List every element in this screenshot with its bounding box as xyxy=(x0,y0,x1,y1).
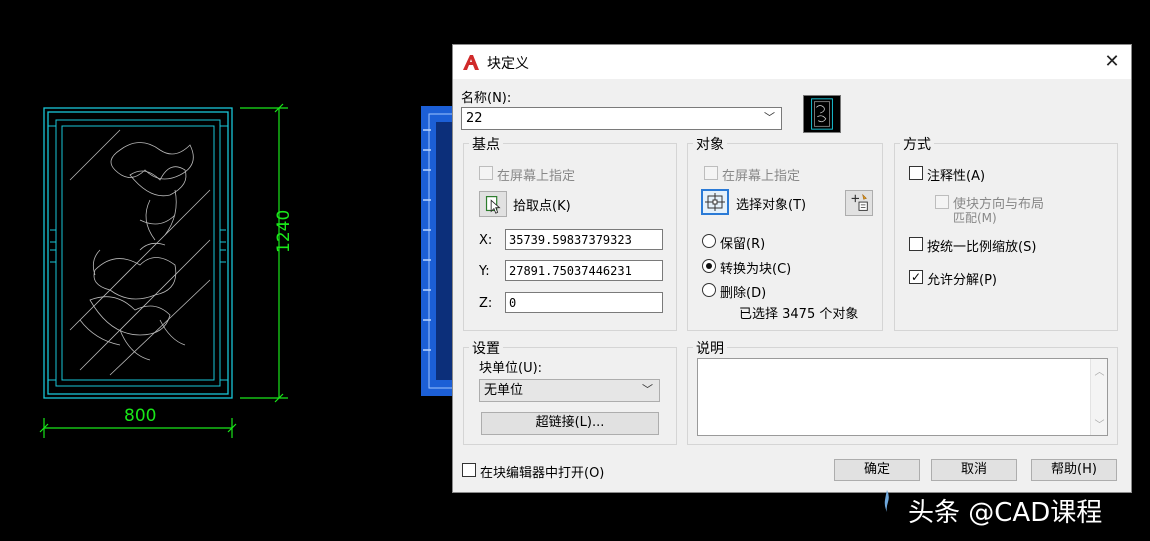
objects-specify-on-screen-checkbox[interactable] xyxy=(704,166,718,180)
scale-uniformly-checkbox[interactable] xyxy=(909,237,923,251)
block-name-combobox[interactable]: 22 ﹀ xyxy=(461,107,782,130)
floral-carving xyxy=(69,129,211,376)
annotative-checkbox[interactable] xyxy=(909,166,923,180)
ok-button[interactable]: 确定 xyxy=(834,459,920,481)
open-in-block-editor-label: 在块编辑器中打开(O) xyxy=(480,466,605,481)
quick-select-icon xyxy=(851,193,868,211)
block-preview-thumbnail xyxy=(803,95,841,133)
select-objects-icon xyxy=(705,193,725,211)
match-orientation-label-line2: 匹配(M) xyxy=(953,211,997,225)
retain-label: 保留(R) xyxy=(720,237,766,252)
annotative-label: 注释性(A) xyxy=(927,169,986,184)
block-unit-value: 无单位 xyxy=(484,383,524,398)
block-unit-label: 块单位(U): xyxy=(479,361,543,376)
x-label: X: xyxy=(479,233,493,248)
base-point-y-input[interactable]: 27891.75037446231 xyxy=(505,260,663,281)
select-objects-button[interactable] xyxy=(701,189,729,215)
close-icon: ✕ xyxy=(1104,51,1120,72)
settings-group-title: 设置 xyxy=(469,338,503,358)
delete-radio[interactable] xyxy=(702,283,716,297)
y-label: Y: xyxy=(479,264,490,279)
allow-exploding-checkbox[interactable]: ✓ xyxy=(909,270,923,284)
block-definition-dialog: 块定义 ✕ 名称(N): 22 ﹀ 基点 在屏幕上指定 拾取点(K) X: 35… xyxy=(452,44,1132,493)
allow-exploding-label: 允许分解(P) xyxy=(927,273,997,288)
convert-to-block-radio[interactable] xyxy=(702,259,716,273)
base-point-z-input[interactable]: 0 xyxy=(505,292,663,313)
retain-radio[interactable] xyxy=(702,234,716,248)
open-in-block-editor-checkbox[interactable] xyxy=(462,463,476,477)
scroll-up-icon[interactable]: ︿ xyxy=(1091,363,1108,378)
cancel-button[interactable]: 取消 xyxy=(931,459,1017,481)
pick-point-button[interactable] xyxy=(479,191,507,217)
delete-label: 删除(D) xyxy=(720,286,767,301)
chevron-down-icon: ﹀ xyxy=(764,111,775,124)
description-textarea[interactable]: ︿ ﹀ xyxy=(697,358,1108,436)
objects-specify-on-screen-label: 在屏幕上指定 xyxy=(722,169,801,184)
scroll-down-icon[interactable]: ﹀ xyxy=(1091,416,1108,431)
selected-objects-count: 已选择 3475 个对象 xyxy=(739,307,859,322)
checkmark-icon: ✓ xyxy=(910,270,922,284)
dialog-title: 块定义 xyxy=(487,56,529,72)
name-label: 名称(N): xyxy=(461,91,512,106)
convert-to-block-label: 转换为块(C) xyxy=(720,262,792,277)
z-label: Z: xyxy=(479,296,493,311)
match-orientation-checkbox[interactable] xyxy=(935,195,949,209)
description-group-title: 说明 xyxy=(693,338,727,358)
width-dimension-label: 800 xyxy=(124,406,156,426)
description-scrollbar[interactable]: ︿ ﹀ xyxy=(1090,359,1107,435)
close-button[interactable]: ✕ xyxy=(1099,49,1125,75)
base-point-specify-on-screen-checkbox[interactable] xyxy=(479,166,493,180)
base-point-specify-on-screen-label: 在屏幕上指定 xyxy=(497,169,576,184)
chevron-down-icon: ﹀ xyxy=(642,383,653,396)
height-dimension-label: 1240 xyxy=(274,210,294,253)
toutiao-logo-icon xyxy=(884,490,889,512)
autocad-logo-icon xyxy=(463,55,479,70)
base-point-group-title: 基点 xyxy=(469,134,503,154)
help-button[interactable]: 帮助(H) xyxy=(1031,459,1117,481)
base-point-x-input[interactable]: 35739.59837379323 xyxy=(505,229,663,250)
block-name-value: 22 xyxy=(466,111,483,126)
pick-point-label: 拾取点(K) xyxy=(513,199,571,214)
quick-select-button[interactable] xyxy=(845,190,873,216)
pick-point-icon xyxy=(485,196,501,214)
dialog-titlebar: 块定义 ✕ xyxy=(453,45,1131,79)
select-objects-label: 选择对象(T) xyxy=(736,198,807,213)
hyperlink-button[interactable]: 超链接(L)... xyxy=(481,412,659,435)
behavior-group-title: 方式 xyxy=(900,134,934,154)
watermark-text: 头条 @CAD课程 xyxy=(908,498,1103,528)
dimension-lines xyxy=(39,103,288,438)
scale-uniformly-label: 按统一比例缩放(S) xyxy=(927,240,1037,255)
block-unit-dropdown[interactable]: 无单位 ﹀ xyxy=(479,379,660,402)
objects-group-title: 对象 xyxy=(693,134,727,154)
